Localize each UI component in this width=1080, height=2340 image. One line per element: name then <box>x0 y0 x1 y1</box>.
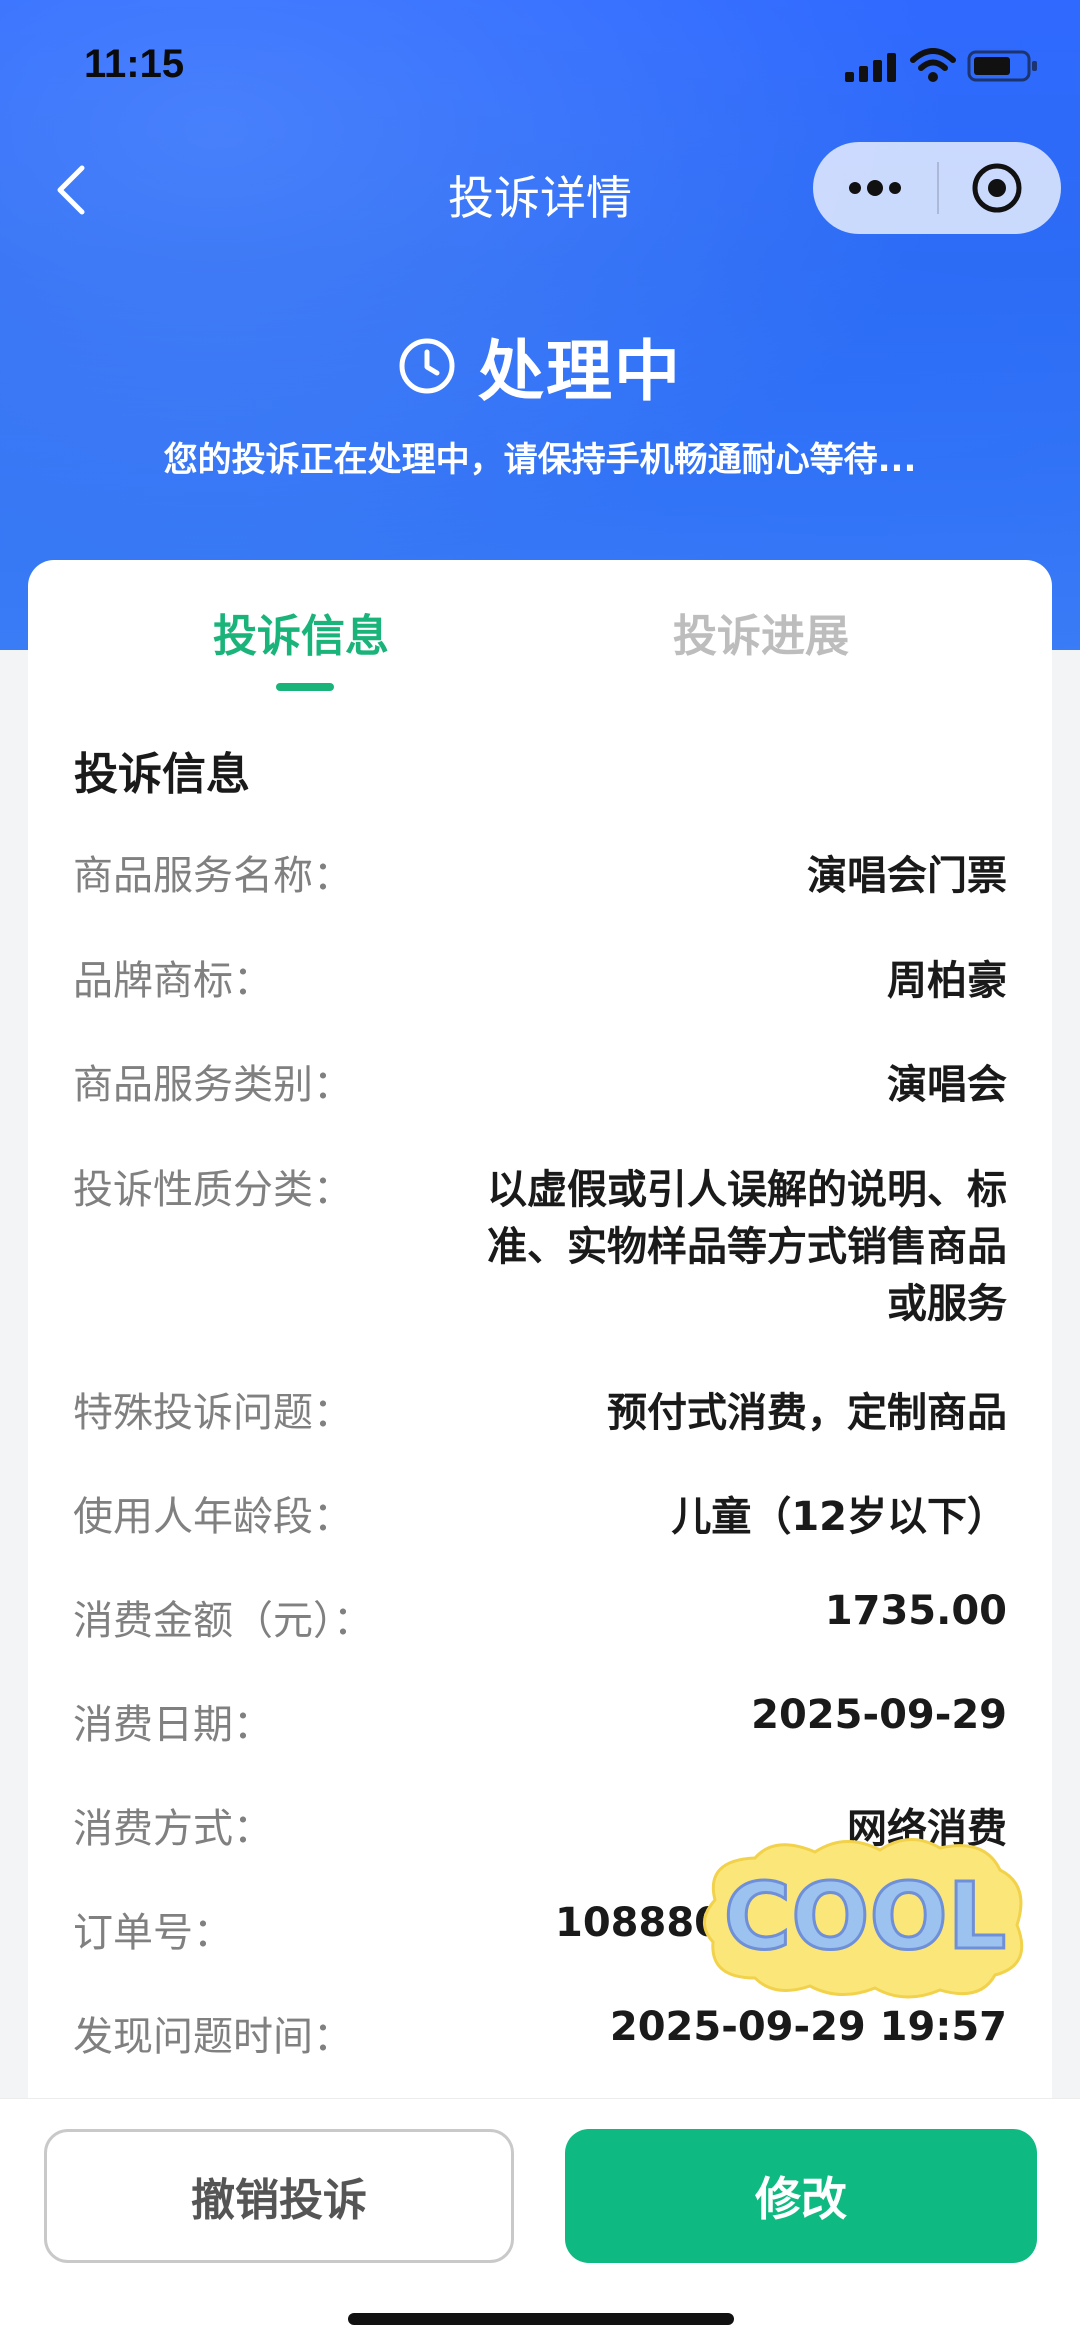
mini-program-capsule <box>813 142 1061 234</box>
row-label-nature: 投诉性质分类： <box>73 1167 353 1213</box>
row-value-age-group: 儿童（12岁以下） <box>671 1494 1007 1540</box>
status-heading: 处理中 <box>0 318 1080 414</box>
status-description: 您的投诉正在处理中，请保持手机畅通耐心等待... <box>163 440 917 480</box>
tab-bar: 投诉信息 投诉进展 <box>28 560 1052 710</box>
cool-sticker: COOL <box>703 1838 1024 1999</box>
row-label-age-group: 使用人年龄段： <box>73 1494 353 1540</box>
row-label-order-number: 订单号： <box>73 1910 233 1956</box>
wifi-icon <box>910 48 956 82</box>
row-value-nature-line1: 以虚假或引人误解的说明、标 <box>487 1167 1007 1213</box>
edit-button[interactable]: 修改 <box>565 2129 1037 2263</box>
signal-icon <box>845 53 896 82</box>
bottom-action-bar: 撤销投诉 修改 <box>0 2098 1080 2340</box>
row-label-special-issue: 特殊投诉问题： <box>73 1390 353 1436</box>
navigation-bar: 投诉详情 <box>0 140 1080 240</box>
row-value-nature-line3: 或服务 <box>887 1281 1007 1327</box>
withdraw-complaint-button[interactable]: 撤销投诉 <box>44 2129 514 2263</box>
row-label-product: 商品服务名称： <box>73 853 353 899</box>
row-value-amount: 1735.00 <box>824 1588 1007 1634</box>
row-label-method: 消费方式： <box>73 1806 273 1852</box>
home-indicator <box>348 2313 734 2325</box>
tab-complaint-progress[interactable]: 投诉进展 <box>673 600 849 664</box>
row-value-special-issue: 预付式消费，定制商品 <box>607 1390 1007 1436</box>
status-title: 处理中 <box>478 333 682 410</box>
row-label-found-time: 发现问题时间： <box>73 2014 353 2060</box>
row-value-nature-line2: 准、实物样品等方式销售商品 <box>487 1224 1007 1270</box>
row-label-date: 消费日期： <box>73 1702 273 1748</box>
row-value-category: 演唱会 <box>887 1062 1007 1108</box>
tab-active-indicator <box>276 683 334 691</box>
section-title: 投诉信息 <box>74 749 250 800</box>
row-value-brand: 周柏豪 <box>887 958 1007 1004</box>
status-bar: 11:15 <box>0 42 1080 92</box>
status-time: 11:15 <box>84 42 185 86</box>
row-value-found-time: 2025-09-29 19:57 <box>609 2004 1007 2050</box>
clock-icon <box>399 338 455 394</box>
row-label-amount: 消费金额（元）： <box>73 1598 373 1644</box>
row-value-date: 2025-09-29 <box>751 1692 1007 1738</box>
capsule-divider <box>937 162 939 214</box>
row-label-category: 商品服务类别： <box>73 1062 353 1108</box>
row-label-brand: 品牌商标： <box>73 958 273 1004</box>
battery-icon <box>967 50 1037 82</box>
target-icon[interactable] <box>969 160 1025 216</box>
tab-complaint-info[interactable]: 投诉信息 <box>213 600 389 664</box>
sticker-text: COOL <box>724 1863 1007 1970</box>
row-value-product: 演唱会门票 <box>807 853 1007 899</box>
more-icon[interactable] <box>843 168 907 208</box>
